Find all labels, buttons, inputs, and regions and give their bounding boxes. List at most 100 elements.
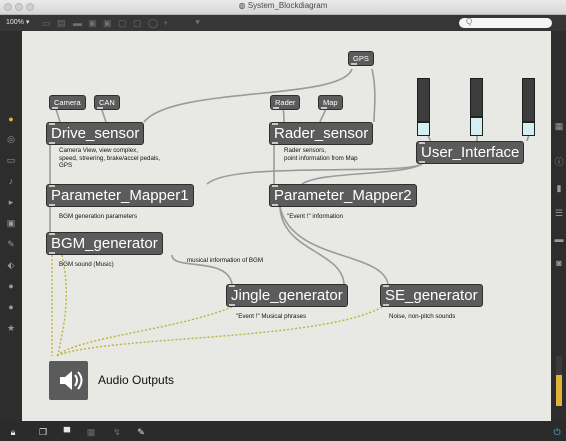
new-button-icon[interactable]: ▣ [103,18,112,28]
se-generator-object[interactable]: SE_generator [380,284,483,307]
ui-slider-1[interactable] [417,78,430,136]
parameter-mapper2-label: Parameter_Mapper2 [274,187,412,204]
speaker-icon [60,371,83,390]
slider-knob[interactable] [418,120,429,123]
slider-fill [418,122,429,135]
can-object[interactable]: CAN [94,95,120,110]
list-icon[interactable]: ☰ [552,208,566,218]
musical-info-comment: musical information of BGM [187,257,263,264]
can-label: CAN [99,98,115,107]
cord-ui-pm1 [206,163,423,185]
power-icon[interactable]: ⏻ [550,427,564,437]
search-icon: Q [466,17,473,26]
camera-object[interactable]: Camera [49,95,86,110]
drive-comment-line-2: speed, streering, brake/accel pedals, [59,154,161,162]
signal-jingle-audio [55,306,233,357]
ui-slider-3[interactable] [522,78,535,136]
user-interface-object[interactable]: User_Interface [416,141,525,164]
rader-sensor-label: Rader_sensor [274,125,369,142]
jingle-generator-object[interactable]: Jingle_generator [226,284,348,307]
drive-sensor-label: Drive_sensor [51,125,140,142]
jingle-comment: "Event !" Musical phrases [236,313,307,320]
star-icon[interactable]: ★ [4,323,18,333]
se-comment: Noise, non-pitch sounds [389,313,456,320]
new-number-icon[interactable]: ▢ [133,18,142,28]
info-icon[interactable]: ● [4,281,18,291]
music-note-icon[interactable]: ♪ [4,176,18,186]
bgm-sound-comment: BGM sound (Music) [59,261,114,268]
layout-icon[interactable]: ▭ [4,155,18,165]
grid-toggle-icon[interactable]: ▦ [84,427,98,437]
map-object[interactable]: Map [318,95,343,110]
parameter-mapper1-object[interactable]: Parameter_Mapper1 [46,184,194,207]
new-message-icon[interactable]: ▬ [73,18,82,28]
pm1-comment: BGM generation parameters [59,213,138,220]
drive-sensor-object[interactable]: Drive_sensor [46,122,145,145]
plug-icon[interactable]: ⬖ [4,260,18,270]
gps-label: GPS [353,54,369,63]
rader-sensor-object[interactable]: Rader_sensor [269,122,374,145]
paperclip-icon[interactable]: ✎ [4,239,18,249]
window-title: ◍ System_Blockdiagram [238,1,328,10]
presentation-icon[interactable]: ▀ [60,427,74,437]
rader-sensor-comment: Rader sensors, point information from Ma… [284,147,358,162]
drive-comment-line-1: Camera View, view complex, [59,147,138,154]
add-icon[interactable]: + [163,18,168,28]
zoom-dropdown[interactable]: 100% ▾ [6,18,29,26]
dsp-level-meter [556,356,562,406]
lock-icon[interactable]: 🔒︎ [6,427,20,437]
new-toggle-icon[interactable]: ▢ [118,18,127,28]
dsp-level-fill [556,375,562,406]
se-generator-label: SE_generator [385,287,478,304]
camera-icon[interactable]: ◙ [552,258,566,268]
copy-icon[interactable]: ❐ [36,427,50,437]
rader-object[interactable]: Rader [270,95,301,110]
left-sidebar: ● ◎ ▭ ♪ ▸ ▣ ✎ ⬖ ● ● ★ [0,31,22,421]
patcher-canvas[interactable]: GPS Camera CAN Rader Map Drive_sensor Ra… [22,31,551,421]
right-sidebar: ▦ ⓘ ▮ ☰ ▬ ◙ [551,31,566,421]
rader-label: Rader [275,98,296,107]
slider-fill [471,118,482,135]
jingle-generator-label: Jingle_generator [231,287,343,304]
user-interface-label: User_Interface [421,144,520,161]
grid-icon[interactable]: ▦ [552,121,566,131]
lock-toggle-icon[interactable]: ▭ [42,18,51,28]
panel-icon[interactable]: ▮ [552,183,566,193]
signal-bgm-audio-2 [57,254,67,357]
settings-icon[interactable]: ● [4,302,18,312]
pm2-comment: "Event !" information [287,213,343,220]
slider-knob[interactable] [471,116,482,119]
camera-label: Camera [54,98,81,107]
new-comment-icon[interactable]: ▣ [88,18,97,28]
rader-comment-line-2: point information from Map [284,154,358,162]
cord-gps-rader [371,68,376,123]
parameter-mapper1-label: Parameter_Mapper1 [51,187,189,204]
new-object-icon[interactable]: ▤ [57,18,66,28]
slider-fill [523,122,534,135]
panel2-icon[interactable]: ▬ [552,234,566,244]
signal-se-audio [55,306,383,357]
image-icon[interactable]: ▣ [4,218,18,228]
parameter-mapper2-object[interactable]: Parameter_Mapper2 [269,184,417,207]
bgm-generator-label: BGM_generator [51,235,158,252]
rader-comment-line-1: Rader sensors, [284,147,326,154]
map-label: Map [323,98,338,107]
audio-output-object[interactable] [49,361,88,400]
presentation-mode-icon[interactable]: ⯆ [194,18,201,28]
drive-sensor-comment: Camera View, view complex, speed, streer… [59,147,160,170]
ui-slider-2[interactable] [470,78,483,136]
slider-knob[interactable] [523,120,534,123]
inspector-icon[interactable]: ⓘ [552,157,566,167]
patcher-toolbar: 100% ▾ ▭ ▤ ▬ ▣ ▣ ▢ ▢ ◯ + ⯆ Q [0,15,566,31]
title-bar: ◍ System_Blockdiagram [0,0,566,15]
search-field[interactable]: Q [459,17,552,28]
new-dial-icon[interactable]: ◯ [148,18,158,28]
media-icon[interactable]: ▸ [4,197,18,207]
gps-object[interactable]: GPS [348,51,374,66]
bgm-generator-object[interactable]: BGM_generator [46,232,163,255]
wrench-icon[interactable]: ✎ [134,427,148,437]
package-icon[interactable]: ● [4,114,18,124]
target-icon[interactable]: ◎ [4,134,18,144]
drive-comment-line-3: GPS [59,162,73,169]
debug-icon[interactable]: ↯ [110,427,124,437]
